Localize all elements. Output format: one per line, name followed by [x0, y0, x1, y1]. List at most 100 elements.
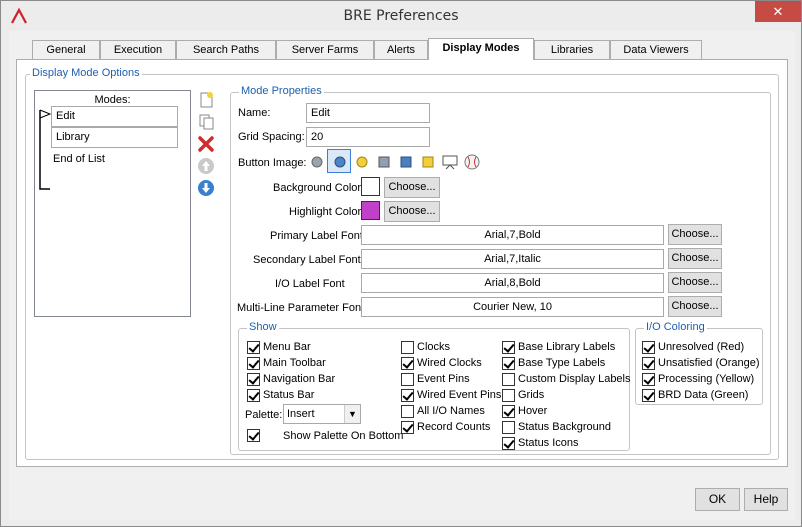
- show-option-checkbox[interactable]: [247, 373, 260, 386]
- multiline-font-field[interactable]: Courier New, 10: [361, 297, 664, 317]
- tab-libraries[interactable]: Libraries: [534, 40, 610, 59]
- show-group: Show Menu Bar Main Toolbar Navigation Bar S…: [238, 321, 631, 451]
- io-coloring-option-checkbox[interactable]: [642, 389, 655, 402]
- background-color-swatch[interactable]: [361, 177, 380, 196]
- multiline-font-choose-button[interactable]: Choose...: [668, 296, 722, 317]
- show-option-checkbox[interactable]: [401, 341, 414, 354]
- show-palette-bottom-checkbox[interactable]: [247, 429, 260, 442]
- highlight-color-choose-button[interactable]: Choose...: [384, 201, 440, 222]
- tab-label: Execution: [113, 44, 163, 56]
- button-image-blue-square-icon[interactable]: [397, 153, 415, 171]
- button-image-easel-icon[interactable]: [441, 153, 459, 171]
- io-coloring-option-label: BRD Data (Green): [658, 389, 749, 401]
- group-label: Mode Properties: [239, 85, 324, 97]
- multiline-font-label: Multi-Line Parameter Font: [237, 302, 365, 314]
- io-label-font-field[interactable]: Arial,8,Bold: [361, 273, 664, 293]
- show-option-label: Status Background: [518, 421, 611, 433]
- title-bar[interactable]: BRE Preferences ✕: [1, 1, 801, 31]
- secondary-font-choose-button[interactable]: Choose...: [668, 248, 722, 269]
- primary-label-font-label: Primary Label Font: [270, 230, 363, 242]
- show-option-checkbox[interactable]: [502, 357, 515, 370]
- tab-label: Search Paths: [192, 44, 260, 56]
- delete-icon[interactable]: [197, 135, 215, 153]
- primary-font-choose-button[interactable]: Choose...: [668, 224, 722, 245]
- show-option-label: Navigation Bar: [263, 373, 336, 385]
- show-option-checkbox[interactable]: [247, 341, 260, 354]
- secondary-label-font-field[interactable]: Arial,7,Italic: [361, 249, 664, 269]
- grid-spacing-field[interactable]: 20: [306, 127, 430, 147]
- io-font-choose-button[interactable]: Choose...: [668, 272, 722, 293]
- io-coloring-option-label: Unresolved (Red): [658, 341, 745, 353]
- background-color-label: Background Color: [273, 182, 362, 194]
- display-modes-panel: Display Mode Options Modes: Edit Library…: [16, 59, 788, 467]
- palette-select[interactable]: Insert ▼: [283, 404, 361, 424]
- new-page-icon[interactable]: [197, 91, 215, 109]
- list-item[interactable]: Edit: [51, 106, 178, 127]
- modes-header: Modes:: [94, 94, 131, 106]
- button-image-grey-circle-icon[interactable]: [308, 153, 326, 171]
- tab-data-viewers[interactable]: Data Viewers: [610, 40, 702, 59]
- group-label: Display Mode Options: [30, 67, 142, 79]
- highlight-color-label: Highlight Color: [289, 206, 362, 218]
- tab-label: Libraries: [550, 44, 594, 56]
- show-option-checkbox[interactable]: [247, 357, 260, 370]
- button-image-selected[interactable]: [327, 149, 351, 173]
- show-option-checkbox[interactable]: [401, 389, 414, 402]
- show-option-checkbox[interactable]: [401, 373, 414, 386]
- io-coloring-group: I/O Coloring Unresolved (Red) Unsatisfied…: [635, 321, 763, 405]
- tab-alerts[interactable]: Alerts: [374, 40, 428, 59]
- tab-search-paths[interactable]: Search Paths: [176, 40, 276, 59]
- tab-execution[interactable]: Execution: [100, 40, 176, 59]
- show-option-checkbox[interactable]: [502, 389, 515, 402]
- show-option-checkbox[interactable]: [502, 373, 515, 386]
- show-option-checkbox[interactable]: [502, 421, 515, 434]
- show-option-checkbox[interactable]: [502, 341, 515, 354]
- button-image-baseball-icon[interactable]: [463, 153, 481, 171]
- list-item[interactable]: Library: [51, 127, 178, 148]
- tab-display-modes[interactable]: Display Modes: [428, 38, 534, 60]
- move-down-icon[interactable]: [197, 179, 215, 197]
- show-option-label: Main Toolbar: [263, 357, 326, 369]
- ok-button[interactable]: OK: [695, 488, 740, 511]
- io-coloring-option-checkbox[interactable]: [642, 373, 655, 386]
- tab-server-farms[interactable]: Server Farms: [276, 40, 374, 59]
- tab-label: Display Modes: [442, 42, 520, 54]
- move-up-icon[interactable]: [197, 157, 215, 175]
- show-option-checkbox[interactable]: [401, 405, 414, 418]
- primary-label-font-field[interactable]: Arial,7,Bold: [361, 225, 664, 245]
- help-button[interactable]: Help: [744, 488, 788, 511]
- show-option-checkbox[interactable]: [502, 437, 515, 450]
- show-option-label: Wired Clocks: [417, 357, 482, 369]
- show-option-label: Custom Display Labels: [518, 373, 631, 385]
- io-coloring-option-checkbox[interactable]: [642, 357, 655, 370]
- modes-list[interactable]: Modes: Edit Library End of List: [34, 90, 191, 317]
- show-option-checkbox[interactable]: [247, 389, 260, 402]
- tab-label: Data Viewers: [623, 44, 689, 56]
- button-image-yellow-square-icon[interactable]: [419, 153, 437, 171]
- window-title: BRE Preferences: [343, 8, 459, 24]
- list-item[interactable]: End of List: [53, 152, 105, 166]
- show-option-checkbox[interactable]: [401, 357, 414, 370]
- close-button[interactable]: ✕: [755, 1, 801, 22]
- show-option-label: Base Library Labels: [518, 341, 616, 353]
- tab-label: Alerts: [386, 44, 416, 56]
- background-color-choose-button[interactable]: Choose...: [384, 177, 440, 198]
- show-option-checkbox[interactable]: [401, 421, 414, 434]
- show-option-label: Event Pins: [417, 373, 470, 385]
- tab-label: Server Farms: [291, 44, 359, 56]
- button-image-yellow-circle-icon[interactable]: [353, 153, 371, 171]
- show-option-checkbox[interactable]: [502, 405, 515, 418]
- show-option-label: Record Counts: [417, 421, 491, 433]
- button-image-grey-square-icon[interactable]: [375, 153, 393, 171]
- show-option-label: Status Bar: [263, 389, 315, 401]
- highlight-color-swatch[interactable]: [361, 201, 380, 220]
- grid-spacing-label: Grid Spacing:: [238, 131, 305, 143]
- tab-general[interactable]: General: [32, 40, 100, 59]
- io-coloring-option-checkbox[interactable]: [642, 341, 655, 354]
- mode-properties-group: Mode Properties Name: Edit Grid Spacing:…: [230, 85, 771, 455]
- copy-icon[interactable]: [197, 113, 215, 131]
- preferences-window: BRE Preferences ✕ General Execution Sear…: [0, 0, 802, 527]
- show-option-label: Wired Event Pins: [417, 389, 502, 401]
- name-field[interactable]: Edit: [306, 103, 430, 123]
- palette-label: Palette:: [245, 409, 283, 421]
